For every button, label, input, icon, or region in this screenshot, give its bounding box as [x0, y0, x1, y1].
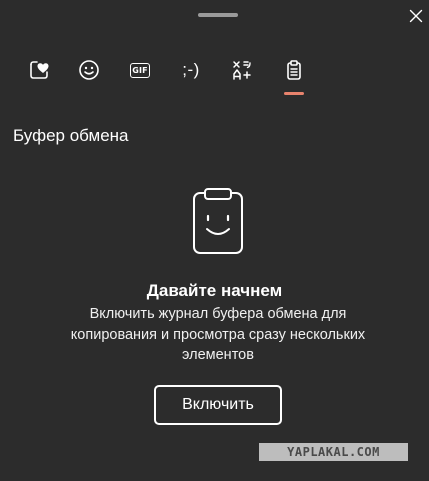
tab-favorites[interactable]: [19, 50, 59, 90]
drag-handle[interactable]: [198, 13, 238, 17]
gif-icon: GIF: [130, 62, 150, 78]
heart-box-icon: [30, 61, 49, 79]
tab-symbols[interactable]: [222, 50, 262, 90]
watermark: YAPLAKAL.COM: [259, 443, 408, 461]
tab-bar: GIF ;-): [0, 50, 429, 98]
enable-button[interactable]: Включить: [154, 385, 282, 425]
close-icon: [409, 9, 423, 23]
close-button[interactable]: [404, 4, 428, 28]
tab-clipboard[interactable]: [274, 50, 314, 90]
empty-state-description: Включить журнал буфера обмена для копиро…: [70, 306, 366, 363]
clipboard-smiley-icon: [193, 188, 243, 254]
empty-state-heading: Давайте начнем: [146, 281, 283, 300]
gif-label: GIF: [132, 65, 148, 75]
clipboard-panel: GIF ;-) Буфер обмена Давайте начнем Вклю…: [0, 0, 429, 481]
tab-emoji[interactable]: [69, 50, 109, 90]
tab-kaomoji[interactable]: ;-): [171, 50, 211, 90]
kaomoji-icon: ;-): [182, 60, 200, 79]
section-title: Буфер обмена: [13, 126, 129, 145]
clipboard-icon: [287, 60, 301, 80]
symbols-icon: [233, 61, 251, 80]
selected-tab-indicator: [284, 92, 304, 95]
tab-gif[interactable]: GIF: [120, 50, 160, 90]
smiley-icon: [79, 60, 99, 80]
